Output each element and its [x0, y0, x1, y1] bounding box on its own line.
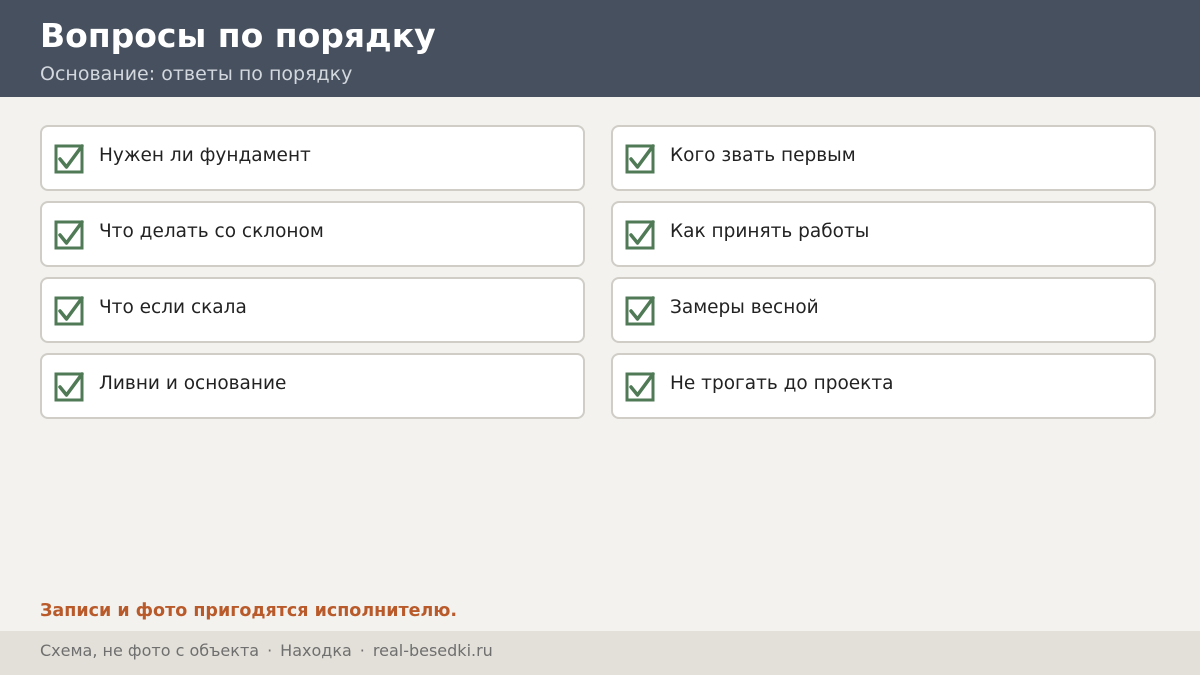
- checklist-item-label: Ливни и основание: [99, 373, 287, 394]
- footer-separator: ·: [359, 641, 365, 660]
- checkbox-checked-icon[interactable]: [54, 372, 84, 402]
- checkbox-checked-icon[interactable]: [625, 296, 655, 326]
- checkbox-checked-icon[interactable]: [625, 144, 655, 174]
- note-text: Записи и фото пригодятся исполнителю.: [40, 601, 457, 621]
- checklist-item[interactable]: Что если скала: [40, 277, 585, 343]
- checkbox-checked-icon[interactable]: [54, 296, 84, 326]
- checkbox-checked-icon[interactable]: [625, 220, 655, 250]
- checklist-item[interactable]: Как принять работы: [611, 201, 1156, 267]
- checklist-item-label: Кого звать первым: [670, 145, 856, 166]
- footer-site-link[interactable]: real-besedki.ru: [373, 641, 493, 660]
- checklist-item-label: Нужен ли фундамент: [99, 145, 311, 166]
- checklist-item[interactable]: Кого звать первым: [611, 125, 1156, 191]
- checklist-item-label: Замеры весной: [670, 297, 819, 318]
- page-subtitle: Основание: ответы по порядку: [40, 63, 353, 85]
- header: Вопросы по порядку Основание: ответы по …: [0, 0, 1200, 97]
- checklist-item[interactable]: Не трогать до проекта: [611, 353, 1156, 419]
- checklist-item-label: Не трогать до проекта: [670, 373, 894, 394]
- checklist-item[interactable]: Что делать со склоном: [40, 201, 585, 267]
- footer-text: Схема, не фото с объекта · Находка · real-be…: [40, 640, 493, 662]
- checklist-item-label: Что делать со склоном: [99, 221, 324, 242]
- checklist-item-label: Что если скала: [99, 297, 247, 318]
- checklist-grid: Нужен ли фундамент Кого звать первым Что…: [40, 125, 1156, 419]
- footer-author: Находка: [280, 641, 352, 660]
- checklist-item-label: Как принять работы: [670, 221, 870, 242]
- footer-separator: ·: [267, 641, 273, 660]
- page-title: Вопросы по порядку: [40, 16, 436, 55]
- footer: Схема, не фото с объекта · Находка · real-be…: [0, 631, 1200, 675]
- checkbox-checked-icon[interactable]: [625, 372, 655, 402]
- checklist-item[interactable]: Замеры весной: [611, 277, 1156, 343]
- checkbox-checked-icon[interactable]: [54, 144, 84, 174]
- page: Вопросы по порядку Основание: ответы по …: [0, 0, 1200, 675]
- checklist-item[interactable]: Нужен ли фундамент: [40, 125, 585, 191]
- footer-source: Схема, не фото с объекта: [40, 641, 260, 660]
- checklist-item[interactable]: Ливни и основание: [40, 353, 585, 419]
- checkbox-checked-icon[interactable]: [54, 220, 84, 250]
